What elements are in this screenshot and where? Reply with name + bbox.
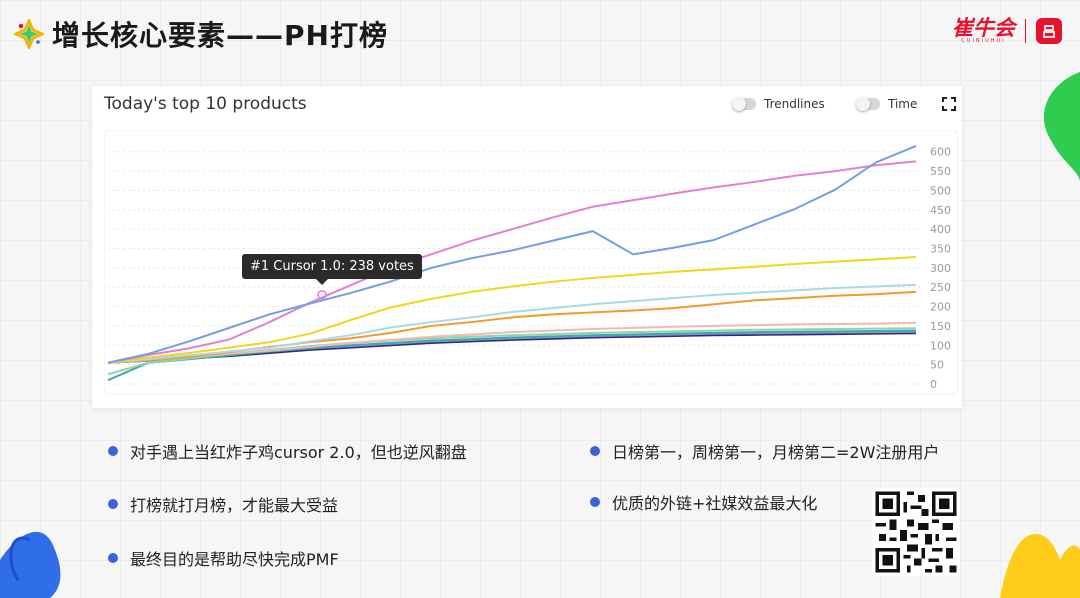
chart-tooltip: #1 Cursor 1.0: 238 votes <box>242 254 422 285</box>
bullet-dot <box>108 499 118 509</box>
bullet-item: 打榜就打月榜，才能最大受益 <box>108 492 338 516</box>
brand-badge-icon <box>1036 18 1062 44</box>
y-tick-label: 550 <box>930 165 951 178</box>
chart-card: Today's top 10 products Trendlines Time … <box>92 86 962 408</box>
y-tick-label: 150 <box>930 320 951 333</box>
bullet-dot <box>108 446 118 456</box>
time-toggle[interactable]: Time <box>856 97 917 111</box>
y-tick-label: 50 <box>930 359 944 372</box>
bullet-text: 最终目的是帮助尽快完成PMF <box>130 550 339 569</box>
brand-name: 崔牛会 <box>952 16 1015 40</box>
trendlines-label: Trendlines <box>764 97 825 111</box>
bullet-text: 优质的外链+社媒效益最大化 <box>612 494 818 513</box>
series-line <box>107 329 917 382</box>
y-tick-label: 300 <box>930 262 951 275</box>
bullet-dot <box>590 446 600 456</box>
page-title: 增长核心要素——PH打榜 <box>52 19 388 52</box>
header: 增长核心要素——PH打榜 <box>12 14 388 54</box>
bullet-item: 最终目的是帮助尽快完成PMF <box>108 546 339 570</box>
sparkle-logo-icon <box>12 17 46 51</box>
trendlines-switch[interactable] <box>732 97 756 111</box>
chart-title: Today's top 10 products <box>104 94 307 114</box>
y-tick-label: 200 <box>930 301 951 314</box>
y-tick-label: 600 <box>930 146 951 159</box>
brand-text: 崔牛会 CUINIUHUI <box>952 16 1015 45</box>
fullscreen-icon[interactable] <box>942 96 956 111</box>
series-line <box>107 256 917 364</box>
yellow-leaf-decoration <box>1000 534 1080 598</box>
bullet-dot <box>590 497 600 507</box>
green-leaf-decoration <box>1043 72 1080 182</box>
y-tick-label: 450 <box>930 204 951 217</box>
y-tick-label: 0 <box>930 378 937 391</box>
line-chart: 0 50 100 150 200 250 300 350 400 450 500 550 600 <box>104 130 959 395</box>
trendlines-toggle[interactable]: Trendlines <box>732 97 825 111</box>
brand-sub: CUINIUHUI <box>961 38 1006 44</box>
bullet-dot <box>108 553 118 563</box>
y-tick-label: 400 <box>930 223 951 236</box>
bullet-text: 打榜就打月榜，才能最大受益 <box>130 496 339 515</box>
brand-logo: 崔牛会 CUINIUHUI <box>952 18 1062 44</box>
bullet-text: 对手遇上当红炸子鸡cursor 2.0，但也逆风翻盘 <box>130 443 467 462</box>
bullet-item: 优质的外链+社媒效益最大化 <box>590 490 817 514</box>
qr-code <box>872 488 960 576</box>
brand-divider <box>1025 19 1026 43</box>
y-tick-label: 100 <box>930 339 951 352</box>
time-label: Time <box>888 97 918 111</box>
y-tick-label: 350 <box>930 243 951 256</box>
y-tick-label: 500 <box>930 184 951 197</box>
bullet-text: 日榜第一，周榜第一，月榜第二=2W注册用户 <box>612 443 940 462</box>
bullet-item: 日榜第一，周榜第一，月榜第二=2W注册用户 <box>590 439 939 463</box>
time-switch[interactable] <box>856 97 880 111</box>
y-tick-label: 250 <box>930 281 951 294</box>
blue-leaf-decoration <box>0 531 61 598</box>
bullet-item: 对手遇上当红炸子鸡cursor 2.0，但也逆风翻盘 <box>108 439 467 463</box>
